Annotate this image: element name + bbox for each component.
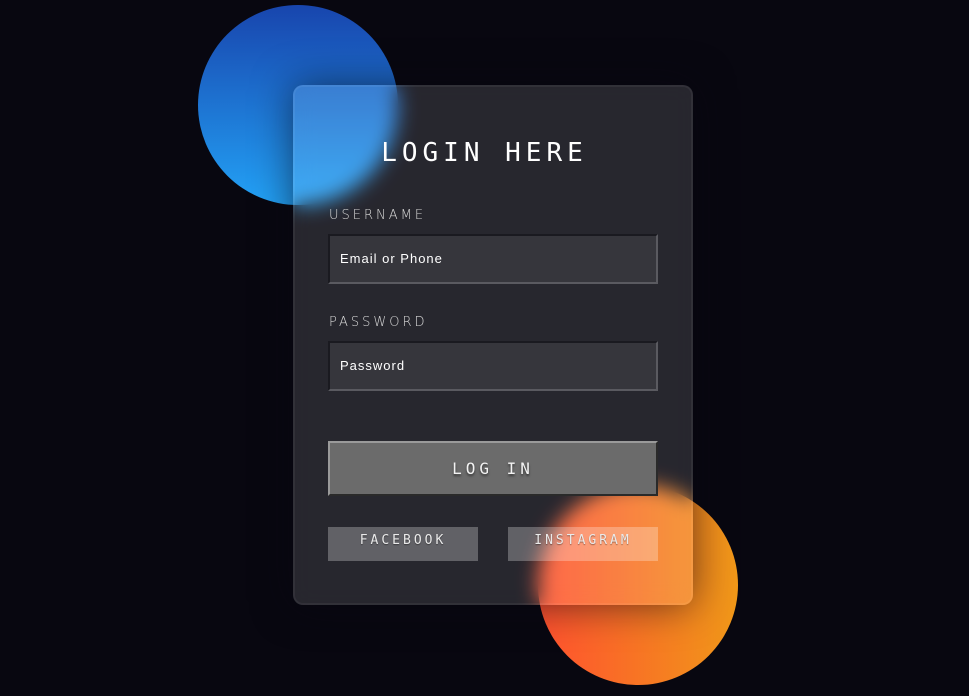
login-title: LOGIN HERE	[381, 138, 588, 168]
facebook-button[interactable]: FACEBOOK	[328, 527, 478, 561]
username-label: USERNAME	[329, 208, 427, 223]
password-label: PASSWORD	[329, 315, 428, 330]
login-button[interactable]: LOG IN	[328, 441, 658, 496]
instagram-button[interactable]: INSTAGRAM	[508, 527, 658, 561]
password-input[interactable]: Password	[328, 341, 658, 391]
username-input[interactable]: Email or Phone	[328, 234, 658, 284]
login-page: LOGIN HERE USERNAME Email or Phone PASSW…	[0, 0, 969, 696]
